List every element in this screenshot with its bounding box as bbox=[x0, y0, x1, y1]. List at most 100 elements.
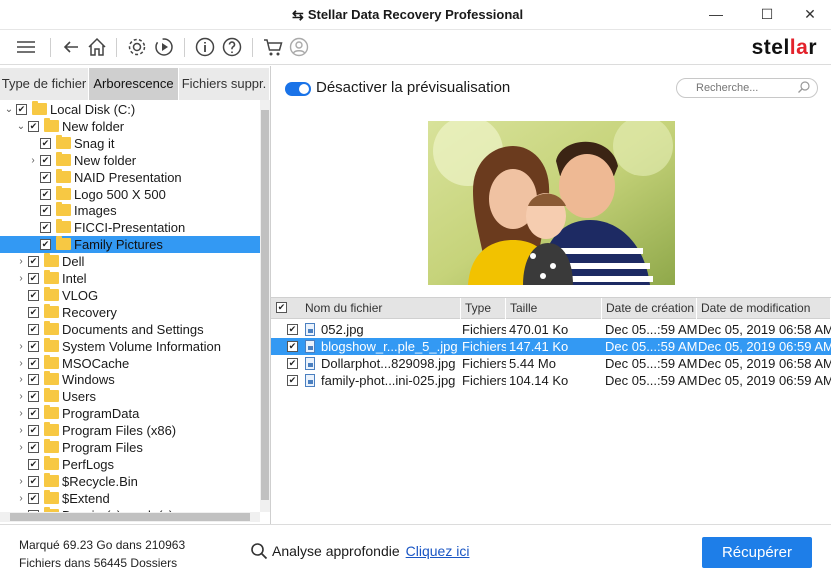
tree-node[interactable]: › ✔ ProgramData bbox=[0, 405, 260, 422]
tree-node[interactable]: ✔ NAID Presentation bbox=[0, 168, 260, 186]
tab-file-type[interactable]: Type de fichier bbox=[0, 68, 89, 100]
scrollbar-thumb[interactable] bbox=[261, 110, 269, 500]
tree-node[interactable]: ✔ Family Pictures bbox=[0, 236, 260, 254]
collapse-arrow-icon[interactable]: ⌄ bbox=[4, 101, 14, 118]
column-header-modified[interactable]: Date de modification bbox=[697, 298, 831, 319]
search-icon[interactable] bbox=[797, 80, 811, 94]
tree-node-label: System Volume Information bbox=[62, 338, 221, 354]
tree-node-checkbox[interactable]: ✔ bbox=[28, 408, 39, 420]
user-account-icon[interactable] bbox=[288, 36, 310, 58]
close-button[interactable]: ✕ bbox=[797, 3, 823, 25]
tree-node[interactable]: ✔ Images bbox=[0, 202, 260, 219]
row-checkbox[interactable]: ✔ bbox=[287, 358, 298, 369]
select-all-checkbox[interactable]: ✔ bbox=[276, 302, 287, 313]
resume-scan-icon[interactable] bbox=[153, 36, 175, 58]
tree-node[interactable]: › ✔ Dell bbox=[0, 253, 260, 270]
preview-toggle[interactable] bbox=[285, 82, 311, 96]
deep-scan-link[interactable]: Cliquez ici bbox=[406, 543, 470, 559]
tree-horizontal-scrollbar[interactable] bbox=[0, 512, 260, 522]
maximize-button[interactable]: ☐ bbox=[754, 3, 780, 25]
tree-node-checkbox[interactable]: ✔ bbox=[28, 340, 39, 352]
help-icon[interactable] bbox=[221, 36, 243, 58]
menu-icon[interactable] bbox=[15, 36, 37, 58]
column-header-size[interactable]: Taille bbox=[506, 298, 602, 319]
collapse-arrow-icon[interactable]: ⌄ bbox=[16, 118, 26, 135]
tree-node-checkbox[interactable]: ✔ bbox=[28, 374, 39, 386]
table-row[interactable]: ✔ 052.jpg Fichiers 470.01 Ko Dec 05...:59 AM… bbox=[271, 321, 831, 338]
column-header-name[interactable]: Nom du fichier bbox=[301, 298, 461, 319]
expand-arrow-icon[interactable]: › bbox=[16, 405, 26, 422]
expand-arrow-icon[interactable]: › bbox=[16, 439, 26, 456]
tree-node-checkbox[interactable]: ✔ bbox=[28, 120, 39, 132]
tree-node-checkbox[interactable]: ✔ bbox=[40, 137, 51, 149]
tree-node-checkbox[interactable]: ✔ bbox=[40, 188, 51, 200]
tree-node-checkbox[interactable]: ✔ bbox=[28, 458, 39, 470]
tree-node-checkbox[interactable]: ✔ bbox=[28, 425, 39, 437]
tree-node[interactable]: ✔ VLOG bbox=[0, 286, 260, 304]
table-row[interactable]: ✔ Dollarphot...829098.jpg Fichiers 5.44 Mo D… bbox=[271, 355, 831, 372]
expand-arrow-icon[interactable]: › bbox=[16, 388, 26, 405]
tree-node-checkbox[interactable]: ✔ bbox=[16, 104, 27, 115]
column-header-type[interactable]: Type bbox=[461, 298, 506, 319]
row-checkbox[interactable]: ✔ bbox=[287, 324, 298, 335]
expand-arrow-icon[interactable]: › bbox=[16, 422, 26, 439]
back-arrow-icon[interactable] bbox=[60, 36, 82, 58]
tree-node-checkbox[interactable]: ✔ bbox=[28, 273, 39, 284]
tree-node[interactable]: ⌄ ✔ Local Disk (C:) bbox=[0, 101, 260, 118]
tree-node[interactable]: ✔ Snag it bbox=[0, 134, 260, 152]
scrollbar-thumb[interactable] bbox=[10, 513, 250, 521]
expand-arrow-icon[interactable]: › bbox=[16, 371, 26, 388]
expand-arrow-icon[interactable]: › bbox=[16, 355, 26, 372]
tree-node-checkbox[interactable]: ✔ bbox=[28, 357, 39, 369]
gear-icon[interactable] bbox=[126, 36, 148, 58]
cart-icon[interactable] bbox=[262, 36, 284, 58]
tree-node-checkbox[interactable]: ✔ bbox=[40, 205, 51, 217]
tree-node-checkbox[interactable]: ✔ bbox=[40, 222, 51, 234]
info-icon[interactable] bbox=[194, 36, 216, 58]
tree-node[interactable]: ⌄ ✔ New folder bbox=[0, 117, 260, 135]
table-row[interactable]: ✔ family-phot...ini-025.jpg Fichiers 104.14… bbox=[271, 372, 831, 389]
tab-tree-view[interactable]: Arborescence bbox=[89, 68, 179, 100]
tree-node-checkbox[interactable]: ✔ bbox=[28, 323, 39, 335]
tree-node[interactable]: ✔ Recovery bbox=[0, 303, 260, 321]
tree-node-checkbox[interactable]: ✔ bbox=[40, 171, 51, 183]
tree-node[interactable]: › ✔ Intel bbox=[0, 270, 260, 287]
tree-node-checkbox[interactable]: ✔ bbox=[40, 154, 51, 166]
row-checkbox[interactable]: ✔ bbox=[287, 375, 298, 386]
tree-node-checkbox[interactable]: ✔ bbox=[40, 239, 51, 251]
tree-node[interactable]: › ✔ New folder bbox=[0, 151, 260, 169]
home-icon[interactable] bbox=[86, 36, 108, 58]
tree-node-checkbox[interactable]: ✔ bbox=[28, 391, 39, 403]
table-row[interactable]: ✔ blogshow_r...ple_5_.jpg Fichiers 147.41 K… bbox=[271, 338, 831, 355]
column-header-created[interactable]: Date de création bbox=[602, 298, 697, 319]
tree-node[interactable]: › ✔ Users bbox=[0, 388, 260, 405]
tree-node[interactable]: › ✔ $Extend bbox=[0, 489, 260, 507]
tab-deleted-files[interactable]: Fichiers suppr. bbox=[179, 68, 270, 100]
tree-node[interactable]: › ✔ Program Files bbox=[0, 439, 260, 456]
tree-node[interactable]: › ✔ $Recycle.Bin bbox=[0, 472, 260, 490]
expand-arrow-icon[interactable]: › bbox=[16, 338, 26, 355]
tree-node-checkbox[interactable]: ✔ bbox=[28, 492, 39, 504]
tree-node[interactable]: › ✔ Program Files (x86) bbox=[0, 422, 260, 439]
recover-button[interactable]: Récupérer bbox=[702, 537, 812, 568]
tree-node[interactable]: ✔ FICCI-Presentation bbox=[0, 219, 260, 236]
tree-node[interactable]: ✔ PerfLogs bbox=[0, 455, 260, 473]
tree-node-checkbox[interactable]: ✔ bbox=[28, 475, 39, 487]
tree-node[interactable]: › ✔ Windows bbox=[0, 371, 260, 388]
tree-node-checkbox[interactable]: ✔ bbox=[28, 306, 39, 318]
tree-node-checkbox[interactable]: ✔ bbox=[28, 442, 39, 453]
tree-node[interactable]: ✔ Logo 500 X 500 bbox=[0, 185, 260, 203]
tree-node[interactable]: ✔ Documents and Settings bbox=[0, 320, 260, 338]
row-checkbox[interactable]: ✔ bbox=[287, 341, 298, 352]
tree-node-checkbox[interactable]: ✔ bbox=[28, 256, 39, 268]
tree-vertical-scrollbar[interactable] bbox=[260, 100, 270, 512]
minimize-button[interactable]: — bbox=[703, 3, 729, 25]
tree-node-checkbox[interactable]: ✔ bbox=[28, 289, 39, 301]
expand-arrow-icon[interactable]: › bbox=[28, 152, 38, 169]
expand-arrow-icon[interactable]: › bbox=[16, 473, 26, 490]
tree-node[interactable]: › ✔ System Volume Information bbox=[0, 337, 260, 355]
expand-arrow-icon[interactable]: › bbox=[16, 270, 26, 287]
expand-arrow-icon[interactable]: › bbox=[16, 253, 26, 270]
tree-node[interactable]: › ✔ MSOCache bbox=[0, 354, 260, 372]
expand-arrow-icon[interactable]: › bbox=[16, 490, 26, 507]
